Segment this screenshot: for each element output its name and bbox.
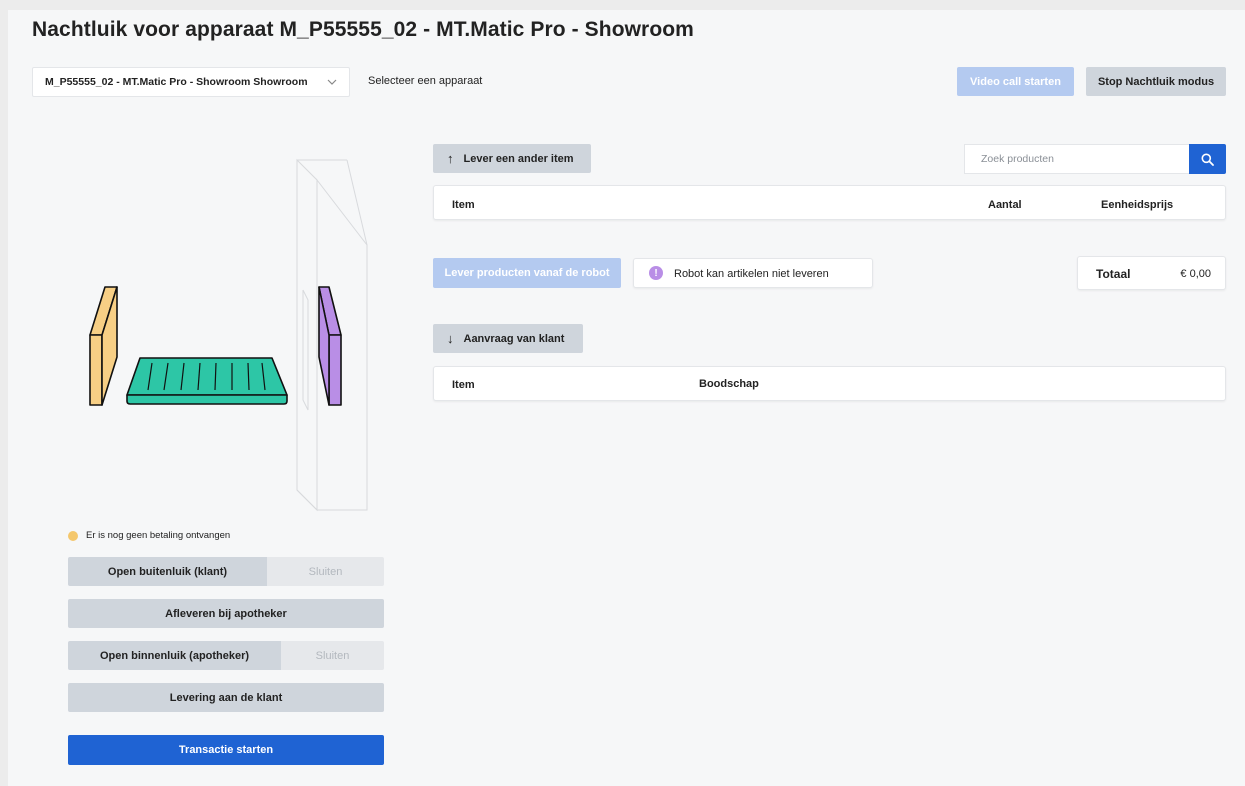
search-button[interactable]: [1189, 144, 1226, 174]
product-search-input[interactable]: [964, 144, 1189, 174]
arrow-down-icon: ↓: [447, 331, 454, 346]
customer-request-label: Aanvraag van klant: [463, 332, 565, 345]
start-transaction-button[interactable]: Transactie starten: [68, 735, 384, 765]
robot-warning-text: Robot kan artikelen niet leveren: [674, 268, 829, 280]
deliver-table-header: Item Aantal Eenheidsprijs: [433, 185, 1226, 220]
total-box: Totaal € 0,00: [1077, 256, 1226, 290]
close-inner-hatch-button[interactable]: Sluiten: [281, 641, 384, 670]
product-tray: [126, 357, 288, 405]
total-value: € 0,00: [1180, 268, 1211, 280]
search-icon: [1201, 153, 1214, 166]
request-table-header: Item Boodschap: [433, 366, 1226, 401]
column-item: Item: [452, 379, 475, 391]
info-icon: !: [649, 266, 663, 280]
device-illustration: [89, 158, 368, 512]
payment-status-text: Er is nog geen betaling ontvangen: [86, 530, 231, 541]
outer-hatch: [89, 286, 118, 406]
page-title: Nachtluik voor apparaat M_P55555_02 - MT…: [32, 18, 694, 41]
deliver-to-customer-button[interactable]: Levering aan de klant: [68, 683, 384, 712]
device-select-hint: Selecteer een apparaat: [368, 75, 483, 87]
payment-status-dot: [68, 531, 78, 541]
column-quantity: Aantal: [988, 199, 1022, 211]
inner-hatch: [318, 286, 342, 406]
column-message: Boodschap: [699, 378, 759, 390]
deliver-other-item-button[interactable]: ↑ Lever een ander item: [433, 144, 591, 173]
close-outer-hatch-button[interactable]: Sluiten: [267, 557, 384, 586]
device-select[interactable]: M_P55555_02 - MT.Matic Pro - Showroom Sh…: [32, 67, 350, 97]
chevron-down-icon: [327, 77, 337, 87]
total-label: Totaal: [1096, 267, 1131, 281]
video-call-button[interactable]: Video call starten: [957, 67, 1074, 96]
deliver-to-pharmacist-button[interactable]: Afleveren bij apotheker: [68, 599, 384, 628]
robot-warning: ! Robot kan artikelen niet leveren: [633, 258, 873, 288]
customer-request-button[interactable]: ↓ Aanvraag van klant: [433, 324, 583, 353]
column-unit-price: Eenheidsprijs: [1101, 199, 1174, 211]
deliver-other-item-label: Lever een ander item: [463, 152, 574, 165]
stop-night-hatch-button[interactable]: Stop Nachtluik modus: [1086, 67, 1226, 96]
column-item: Item: [452, 199, 475, 211]
arrow-up-icon: ↑: [447, 151, 454, 166]
open-outer-hatch-button[interactable]: Open buitenluik (klant): [68, 557, 267, 586]
device-select-value: M_P55555_02 - MT.Matic Pro - Showroom Sh…: [45, 76, 308, 88]
deliver-from-robot-button[interactable]: Lever producten vanaf de robot: [433, 258, 621, 288]
open-inner-hatch-button[interactable]: Open binnenluik (apotheker): [68, 641, 281, 670]
